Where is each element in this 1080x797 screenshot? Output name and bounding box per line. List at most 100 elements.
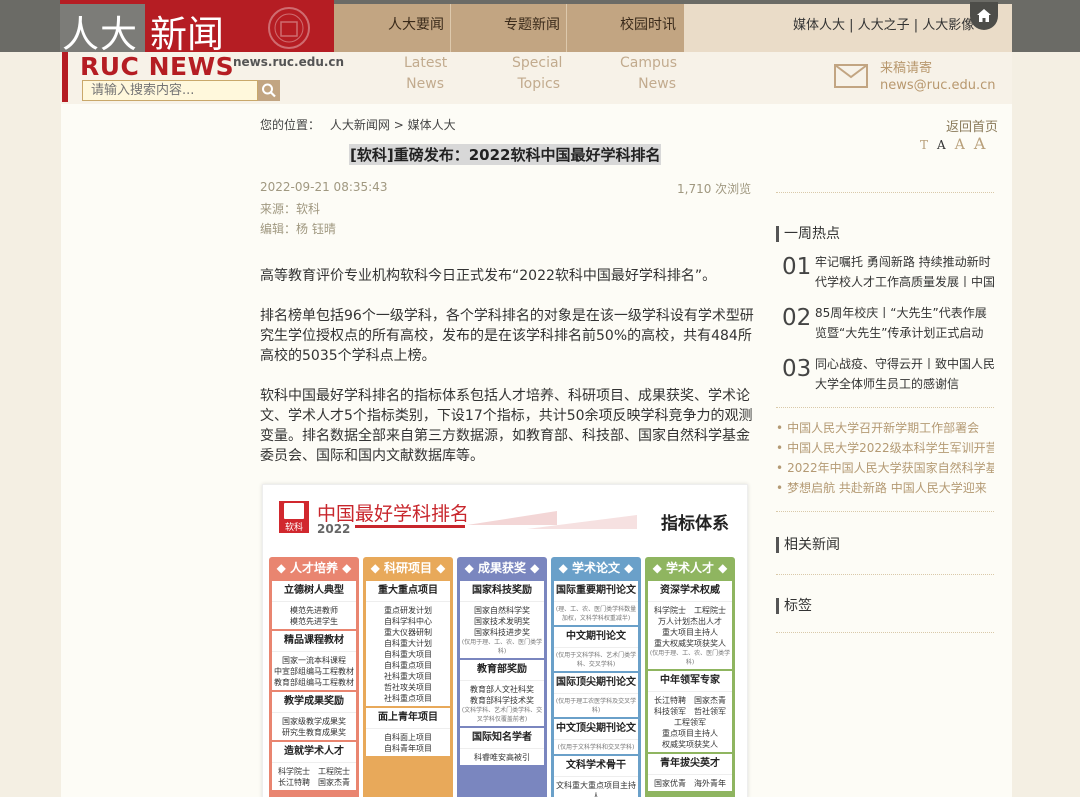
indicator-column-head: ◆ 学术人才 ◆ — [652, 561, 728, 575]
sidebar-divider — [776, 632, 994, 633]
info-logo-text: 软科 — [284, 523, 303, 533]
font-size-option[interactable]: A — [937, 138, 946, 152]
indicator-item: 自科重大计划 — [384, 639, 432, 648]
breadcrumb: 您的位置： 人大新闻网 > 媒体人大 — [260, 116, 456, 133]
indicator-block: 国际知名学者 科睿唯安高被引 — [460, 728, 544, 765]
article-paragraph: 软科中国最好学科排名的指标体系包括人才培养、科研项目、成果获奖、学术论文、学术人… — [260, 388, 753, 464]
site-domain: news.ruc.edu.cn — [233, 55, 345, 69]
weekly-hot-heading: 一周热点 — [776, 226, 840, 242]
nav-en-latest[interactable]: Latest News — [404, 53, 448, 95]
article-paragraph: 高等教育评价专业机构软科今日正式发布“2022软科中国最好学科排名”。 — [260, 268, 717, 284]
breadcrumb-home[interactable]: 人大新闻网 — [330, 118, 390, 132]
indicator-block: 立德树人典型 模范先进教师 模范先进学生 — [272, 581, 356, 629]
indicator-block-title: 资深学术权威 — [648, 581, 732, 602]
indicator-item: 自科青年项目 — [384, 744, 432, 753]
hot-link[interactable]: 梦想启航 共赴新路 中国人民大学迎来 — [776, 478, 994, 498]
home-icon — [977, 9, 991, 22]
mail-icon[interactable] — [834, 64, 868, 88]
breadcrumb-current[interactable]: 媒体人大 — [408, 118, 456, 132]
hot-link[interactable]: 中国人民大学召开新学期工作部署会 — [776, 418, 994, 438]
article-datetime: 2022-09-21 08:35:43 — [260, 180, 388, 194]
indicator-item: 重大权威奖项获奖人 — [654, 639, 726, 648]
top-links[interactable]: 媒体人大 | 人大之子 | 人大影像 — [793, 14, 974, 33]
nav-en-line: Special — [512, 55, 563, 71]
nav-campus-news[interactable]: 校园时讯 — [620, 14, 676, 34]
contribute-email[interactable]: news@ruc.edu.cn — [880, 77, 996, 94]
nav-latest-news[interactable]: 人大要闻 — [388, 14, 444, 34]
indicator-item: 社科重点项目 — [384, 694, 432, 703]
indicator-column: ◆ 科研项目 ◆ 重大重点项目 重点研发计划 自科学科中心 重大仪器研制 自科重大计划 自科… — [363, 557, 453, 797]
nav-en-line: News — [638, 76, 676, 92]
indicator-block-title: 中文顶尖期刊论文 — [554, 719, 638, 740]
indicator-item: 重点项目主持人 — [662, 729, 718, 738]
article-editor: 编辑：杨 钰晴 — [260, 222, 336, 236]
indicator-column: ◆ 成果获奖 ◆ 国家科技奖励 国家自然科学奖 国家技术发明奖 国家科技进步奖 (仅用于理… — [457, 557, 547, 797]
hot-item-title[interactable]: 85周年校庆丨“大先生”代表作展览暨“大先生”传承计划正式启动 — [815, 303, 996, 343]
hot-link[interactable]: 2022年中国人民大学获国家自然科学基 — [776, 458, 994, 478]
indicator-item: 教育部人文社科奖 — [470, 685, 534, 694]
indicator-item: 万人计划杰出人才 — [658, 617, 722, 626]
hot-item-title[interactable]: 同心战疫、守得云开丨致中国人民大学全体师生员工的感谢信 — [815, 354, 996, 394]
nav-special-topics[interactable]: 专题新闻 — [504, 14, 560, 34]
indicator-item: 重大项目主持人 — [662, 628, 718, 637]
search-input[interactable] — [82, 80, 258, 101]
indicator-block-title: 重大重点项目 — [366, 581, 450, 602]
shanghairanking-logo: 软科 — [279, 501, 309, 533]
contribute-info[interactable]: 来稿请寄 news@ruc.edu.cn — [880, 60, 996, 94]
font-size-option[interactable]: A — [955, 137, 965, 153]
indicator-block-title: 立德树人典型 — [272, 581, 356, 602]
indicator-column: ◆ 学术人才 ◆ 资深学术权威 科学院士 工程院士 万人计划杰出人才 重大项目主持人 重大… — [645, 557, 735, 797]
indicator-item: 自科重点项目 — [384, 661, 432, 670]
search-icon — [262, 83, 276, 98]
indicator-block-title: 教学成果奖励 — [272, 692, 356, 713]
home-button[interactable] — [970, 2, 998, 30]
indicator-item: 国家一流本科课程 — [282, 656, 346, 665]
hot-link-list: 中国人民大学召开新学期工作部署会 中国人民大学2022级本科学生军训开营 202… — [776, 418, 994, 498]
article-paragraph: 排名榜单包括96个一级学科，各个学科排名的对象是在该一级学科设有学术型研究生学位… — [260, 308, 754, 364]
indicator-item: 长江特聘 国家杰青 — [654, 696, 726, 705]
nav-en-campus[interactable]: Campus News — [620, 53, 677, 95]
indicator-block-title: 青年拔尖英才 — [648, 754, 732, 775]
site-logo-part1[interactable]: 人大 — [62, 4, 138, 58]
article-source: 来源：软科 — [260, 202, 321, 216]
font-size-option[interactable]: A — [974, 134, 986, 153]
indicator-column-head: ◆ 人才培养 ◆ — [276, 561, 352, 575]
decorative-triangles — [467, 511, 637, 529]
hot-item[interactable]: 02 85周年校庆丨“大先生”代表作展览暨“大先生”传承计划正式启动 — [782, 303, 998, 349]
indicator-block-title: 中文期刊论文 — [554, 627, 638, 648]
indicator-block-title: 面上青年项目 — [366, 708, 450, 729]
indicator-item: 社科重大项目 — [384, 672, 432, 681]
nav-separator — [566, 4, 567, 52]
sidebar-divider — [776, 192, 994, 193]
indicator-item: 工程领军 — [674, 718, 706, 727]
breadcrumb-prefix: 您的位置： — [260, 118, 321, 132]
indicator-block-title: 国际知名学者 — [460, 728, 544, 749]
nav-en-special[interactable]: Special Topics — [512, 53, 563, 95]
indicator-item: 科技领军 哲社领军 — [654, 707, 726, 716]
info-title-underline — [355, 525, 465, 528]
font-size-option[interactable]: T — [920, 138, 928, 152]
indicator-block-title: 国家科技奖励 — [460, 581, 544, 602]
indicator-item: 教育部科学技术奖 — [470, 696, 534, 705]
hot-link[interactable]: 中国人民大学2022级本科学生军训开营 — [776, 438, 994, 458]
indicator-item: 自科面上项目 — [384, 733, 432, 742]
hot-item[interactable]: 01 牢记嘱托 勇闯新路 持续推动新时代学校人才工作高质量发展丨中国 — [782, 252, 998, 298]
indicator-block: 国际顶尖期刊论文 (仅用于理工农医学科及交叉学科) — [554, 673, 638, 717]
indicator-column-head: ◆ 学术论文 ◆ — [558, 561, 634, 575]
indicator-item: 重点研发计划 — [384, 606, 432, 615]
search-button[interactable] — [258, 80, 280, 101]
info-year: 2022 — [317, 522, 351, 536]
indicator-block-title: 教育部奖励 — [460, 660, 544, 681]
indicator-block: 资深学术权威 科学院士 工程院士 万人计划杰出人才 重大项目主持人 重大权威奖项获奖人 (… — [648, 581, 732, 669]
hot-item-title[interactable]: 牢记嘱托 勇闯新路 持续推动新时代学校人才工作高质量发展丨中国 — [815, 252, 996, 292]
indicator-block: 国际重要期刊论文 (理、工、农、医门类学科数量加权，文科学科权重减半) — [554, 581, 638, 625]
indicator-column-head: ◆ 科研项目 ◆ — [370, 561, 446, 575]
back-home-link[interactable]: 返回首页 — [946, 116, 998, 135]
indicator-item: 科学院士 工程院士 — [278, 767, 350, 776]
ruc-news-logo[interactable]: RUC NEWS — [80, 52, 234, 81]
hot-item-number: 02 — [782, 305, 812, 331]
site-logo-part2[interactable]: 新闻 — [150, 4, 224, 58]
hot-item[interactable]: 03 同心战疫、守得云开丨致中国人民大学全体师生员工的感谢信 — [782, 354, 998, 400]
nav-en-line: Latest — [404, 55, 448, 71]
breadcrumb-separator: > — [393, 118, 404, 132]
